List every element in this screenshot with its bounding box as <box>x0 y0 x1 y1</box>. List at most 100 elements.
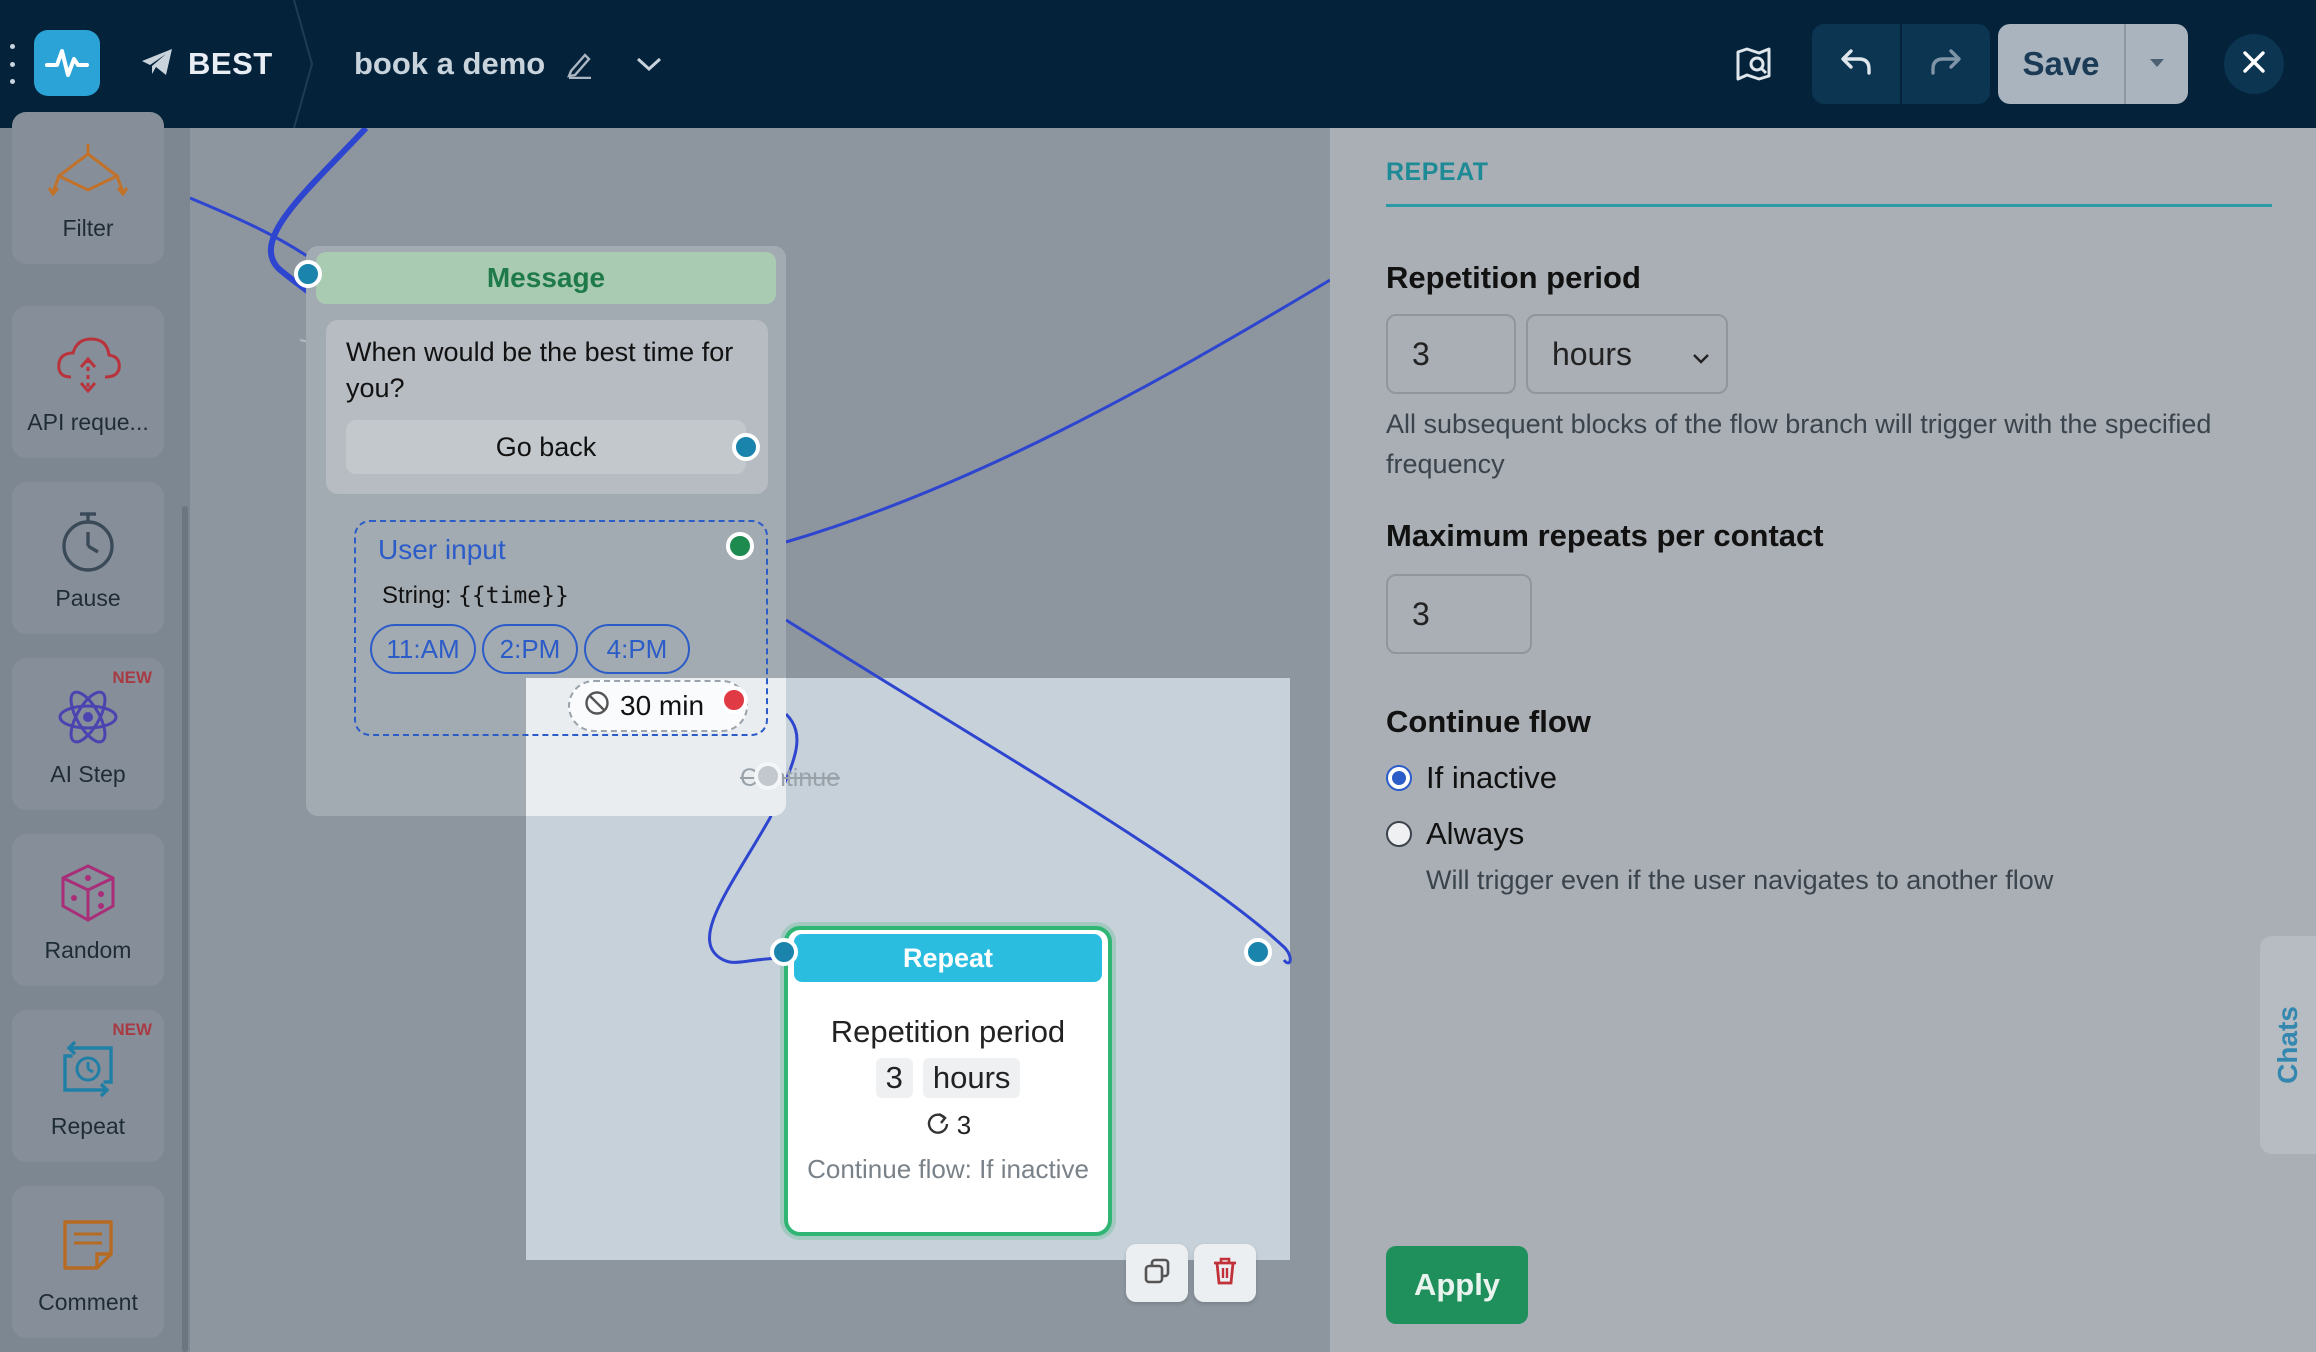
palette-label: API reque... <box>27 409 149 435</box>
palette-scrollbar[interactable] <box>182 506 188 1352</box>
continue-output-port[interactable] <box>754 762 782 790</box>
repetition-period-heading: Repetition period <box>1386 260 1641 295</box>
duplicate-button[interactable] <box>1126 1244 1188 1302</box>
repetition-period-input[interactable]: 3 <box>1386 314 1516 394</box>
app-logo[interactable] <box>34 30 100 96</box>
go-back-button[interactable]: Go back <box>346 420 746 474</box>
palette-label: Comment <box>38 1289 138 1315</box>
repeat-node-header: Repeat <box>794 934 1102 982</box>
telegram-icon <box>140 47 174 82</box>
message-bubble: When would be the best time for you? Go … <box>326 320 768 494</box>
breadcrumb-separator <box>293 0 314 128</box>
filter-icon <box>12 136 164 206</box>
repeat-icon <box>12 1034 164 1104</box>
max-repeats-input[interactable]: 3 <box>1386 574 1532 654</box>
save-button[interactable]: Save <box>1998 24 2124 104</box>
block-palette: Filter API reque... Pause NEW AI Step Ra… <box>0 112 190 1352</box>
max-repeats-heading: Maximum repeats per contact <box>1386 518 1824 553</box>
knowledge-map-icon[interactable] <box>1724 34 1784 94</box>
quick-reply-chip[interactable]: 4:PM <box>584 624 690 674</box>
apply-button[interactable]: Apply <box>1386 1246 1528 1324</box>
tab-repeat[interactable]: REPEAT <box>1386 158 1489 187</box>
tab-underline <box>1386 204 2272 207</box>
copy-icon <box>1142 1256 1172 1291</box>
stopwatch-icon <box>12 506 164 576</box>
repeat-count-icon <box>925 1110 951 1141</box>
save-options-button[interactable] <box>2124 24 2188 104</box>
flow-canvas[interactable]: Message When would be the best time for … <box>190 128 1330 1352</box>
palette-label: Repeat <box>50 1113 126 1139</box>
bot-name: BEST <box>188 46 273 81</box>
chats-label: Chats <box>2272 1006 2304 1084</box>
repeat-period-label: Repetition period <box>830 1014 1066 1049</box>
user-input-type: String: {{time}} <box>382 582 569 610</box>
timeout-output-port[interactable] <box>720 686 748 714</box>
repeat-input-port[interactable] <box>770 938 798 966</box>
input-port[interactable] <box>294 260 322 288</box>
save-group: Save <box>1998 24 2188 104</box>
palette-item-comment[interactable]: Comment <box>12 1186 164 1338</box>
api-cloud-icon <box>12 330 164 400</box>
caret-down-icon <box>2149 55 2165 73</box>
undo-button[interactable] <box>1812 24 1900 104</box>
message-node-header: Message <box>316 252 776 304</box>
palette-item-repeat[interactable]: NEW Repeat <box>12 1010 164 1162</box>
edit-pencil-icon[interactable] <box>565 49 593 79</box>
palette-label: Pause <box>55 585 121 611</box>
quick-reply-chip[interactable]: 11:AM <box>370 624 476 674</box>
redo-button[interactable] <box>1900 24 1990 104</box>
continue-flow-heading: Continue flow <box>1386 704 1591 739</box>
top-bar: BEST book a demo Save <box>0 0 2316 128</box>
properties-panel: REPEAT Repetition period 3 hours All sub… <box>1330 128 2316 1352</box>
palette-item-pause[interactable]: Pause <box>12 482 164 634</box>
note-icon <box>12 1210 164 1280</box>
quick-reply-chip[interactable]: 2:PM <box>482 624 578 674</box>
undo-icon <box>1839 47 1873 82</box>
atom-icon <box>12 682 164 752</box>
trash-icon <box>1211 1256 1239 1291</box>
dice-icon <box>12 858 164 928</box>
more-menu-icon[interactable] <box>10 44 16 84</box>
repeat-node[interactable]: Repeat Repetition period 3 hours 3 Conti… <box>784 926 1112 1236</box>
redo-icon <box>1929 47 1963 82</box>
user-input-title: User input <box>378 534 506 565</box>
palette-item-filter[interactable]: Filter <box>12 112 164 264</box>
close-icon <box>2241 49 2267 80</box>
button-output-port[interactable] <box>732 433 760 461</box>
flow-editor: BEST book a demo Save Filter API reque..… <box>0 0 2316 1352</box>
no-entry-icon <box>584 690 610 723</box>
repeat-max: 3 <box>788 1110 1108 1141</box>
radio-selected-icon <box>1386 765 1412 791</box>
palette-item-api-request[interactable]: API reque... <box>12 306 164 458</box>
delete-button[interactable] <box>1194 1244 1256 1302</box>
repetition-period-help: All subsequent blocks of the flow branch… <box>1386 409 2212 479</box>
undo-redo-group <box>1812 24 1990 104</box>
chevron-down-icon <box>1692 336 1710 373</box>
close-button[interactable] <box>2224 34 2284 94</box>
repetition-unit-select[interactable]: hours <box>1526 314 1728 394</box>
radio-if-inactive[interactable]: If inactive <box>1386 760 1557 796</box>
string-prefix: String: <box>382 582 452 609</box>
flow-title[interactable]: book a demo <box>354 40 663 88</box>
timeout-value: 30 min <box>620 690 705 721</box>
repeat-value: 3 <box>875 1058 913 1098</box>
palette-label: AI Step <box>50 761 126 787</box>
chevron-down-icon[interactable] <box>635 55 663 73</box>
palette-label: Random <box>44 937 132 963</box>
repeat-continue-text: Continue flow: If inactive <box>807 1154 1089 1184</box>
repeat-unit: hours <box>922 1058 1021 1098</box>
repeat-period-value: 3 hours <box>788 1058 1108 1098</box>
user-input-output-port[interactable] <box>726 532 754 560</box>
chats-side-tab[interactable]: Chats <box>2260 936 2316 1154</box>
selected-unit: hours <box>1552 335 1633 372</box>
variable-name: {{time}} <box>458 583 569 609</box>
flow-name: book a demo <box>354 46 546 81</box>
palette-item-random[interactable]: Random <box>12 834 164 986</box>
radio-always[interactable]: Always <box>1386 816 1524 852</box>
palette-label: Filter <box>62 215 114 241</box>
bot-selector[interactable]: BEST <box>140 40 273 88</box>
radio-label: Always <box>1426 816 1525 851</box>
repeat-output-port[interactable] <box>1244 938 1272 966</box>
radio-unselected-icon <box>1386 821 1412 847</box>
palette-item-ai-step[interactable]: NEW AI Step <box>12 658 164 810</box>
